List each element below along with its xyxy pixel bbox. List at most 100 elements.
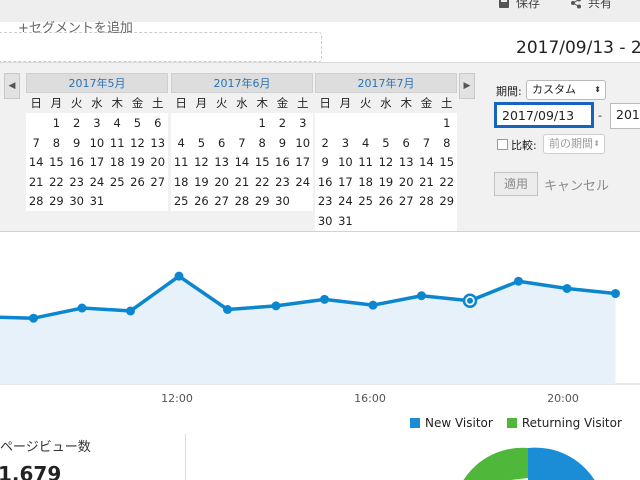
day-cell[interactable]: 4 [355, 132, 376, 153]
data-point[interactable] [514, 276, 523, 286]
day-cell[interactable]: 6 [211, 132, 232, 153]
day-cell[interactable]: 31 [86, 191, 108, 211]
day-cell[interactable]: 19 [191, 171, 212, 192]
data-point[interactable] [174, 271, 184, 281]
compare-checkbox[interactable] [497, 139, 508, 150]
day-cell[interactable]: 13 [396, 152, 417, 172]
day-cell[interactable]: 10 [292, 132, 313, 153]
day-cell[interactable]: 2 [66, 113, 87, 133]
data-point[interactable] [417, 291, 426, 301]
day-cell[interactable]: 6 [147, 113, 168, 133]
day-cell[interactable]: 28 [26, 191, 47, 211]
day-cell[interactable]: 14 [416, 152, 437, 172]
day-cell[interactable]: 29 [252, 191, 273, 211]
day-cell[interactable]: 17 [335, 171, 356, 192]
day-cell[interactable]: 30 [315, 210, 336, 231]
day-cell[interactable]: 24 [86, 171, 108, 192]
day-cell[interactable]: 22 [46, 171, 67, 192]
day-cell[interactable]: 9 [66, 132, 87, 153]
day-cell[interactable]: 2 [272, 113, 293, 133]
day-cell[interactable]: 12 [375, 152, 397, 172]
day-cell[interactable]: 16 [272, 152, 293, 172]
day-cell[interactable]: 22 [252, 171, 273, 192]
day-cell[interactable]: 30 [272, 191, 293, 211]
end-date-input[interactable]: 2017/09/13 [610, 103, 640, 129]
day-cell[interactable]: 1 [46, 113, 67, 133]
add-segment-box[interactable] [0, 32, 322, 62]
day-cell[interactable]: 20 [396, 171, 417, 192]
day-cell[interactable]: 3 [292, 113, 313, 133]
day-cell[interactable]: 4 [107, 113, 128, 133]
day-cell[interactable]: 13 [211, 152, 232, 172]
day-cell[interactable]: 23 [272, 171, 293, 192]
day-cell[interactable]: 19 [375, 171, 397, 192]
day-cell[interactable]: 3 [86, 113, 108, 133]
day-cell[interactable]: 1 [436, 113, 457, 133]
day-cell[interactable]: 29 [46, 191, 67, 211]
prev-month-button[interactable]: ◀ [4, 73, 20, 99]
day-cell[interactable]: 20 [211, 171, 232, 192]
day-cell[interactable]: 1 [252, 113, 273, 133]
day-cell[interactable]: 17 [292, 152, 313, 172]
day-cell[interactable]: 8 [436, 132, 457, 153]
day-cell[interactable]: 25 [107, 171, 128, 192]
day-cell[interactable]: 18 [355, 171, 376, 192]
day-cell[interactable]: 5 [191, 132, 212, 153]
day-cell[interactable]: 26 [375, 191, 397, 211]
day-cell[interactable]: 26 [191, 191, 212, 211]
day-cell[interactable]: 27 [147, 171, 168, 192]
day-cell[interactable]: 13 [147, 132, 168, 153]
data-point[interactable] [29, 313, 38, 323]
day-cell[interactable]: 24 [292, 171, 313, 192]
day-cell[interactable]: 8 [46, 132, 67, 153]
day-cell[interactable]: 10 [86, 132, 108, 153]
data-point[interactable] [223, 305, 232, 314]
day-cell[interactable]: 18 [171, 171, 192, 192]
day-cell[interactable]: 31 [335, 210, 356, 231]
day-cell[interactable]: 7 [416, 132, 437, 153]
cancel-link[interactable]: キャンセル [544, 175, 609, 194]
day-cell[interactable]: 17 [86, 152, 108, 172]
day-cell[interactable]: 21 [416, 171, 437, 192]
day-cell[interactable]: 8 [252, 132, 273, 153]
data-point[interactable] [77, 303, 87, 313]
data-point[interactable] [126, 306, 135, 316]
day-cell[interactable]: 2 [315, 132, 336, 153]
day-cell[interactable]: 27 [396, 191, 417, 211]
day-cell[interactable]: 7 [26, 132, 47, 153]
day-cell[interactable]: 12 [127, 132, 148, 153]
add-segment-label[interactable]: +セグメントを追加 [18, 17, 133, 36]
day-cell[interactable]: 5 [375, 132, 397, 153]
day-cell[interactable]: 29 [436, 191, 457, 211]
day-cell[interactable]: 9 [272, 132, 293, 153]
next-month-button[interactable]: ▶ [459, 73, 475, 99]
day-cell[interactable]: 25 [355, 191, 376, 211]
start-date-input[interactable]: 2017/09/13 [494, 102, 594, 128]
day-cell[interactable]: 15 [252, 152, 273, 172]
day-cell[interactable]: 28 [231, 191, 253, 211]
day-cell[interactable]: 10 [335, 152, 356, 172]
day-cell[interactable]: 16 [315, 171, 336, 192]
day-cell[interactable]: 15 [46, 152, 67, 172]
day-cell[interactable]: 23 [315, 191, 336, 211]
day-cell[interactable]: 6 [396, 132, 417, 153]
day-cell[interactable]: 12 [191, 152, 212, 172]
data-point[interactable] [320, 294, 329, 304]
save-action[interactable]: 保存 [498, 0, 540, 11]
apply-button[interactable]: 適用 [494, 172, 538, 196]
day-cell[interactable]: 3 [335, 132, 356, 153]
data-point[interactable] [271, 301, 281, 311]
share-action[interactable]: 共有 [570, 0, 612, 11]
data-point[interactable] [562, 283, 572, 293]
day-cell[interactable]: 11 [355, 152, 376, 172]
day-cell[interactable]: 14 [231, 152, 253, 172]
day-cell[interactable]: 27 [211, 191, 232, 211]
day-cell[interactable]: 15 [436, 152, 457, 172]
date-range-display[interactable]: 2017/09/13 - 2017/09/13 [516, 38, 640, 58]
day-cell[interactable]: 30 [66, 191, 87, 211]
compare-select[interactable]: 前の期間 ⬍ [543, 134, 605, 154]
day-cell[interactable]: 18 [107, 152, 128, 172]
day-cell[interactable]: 21 [231, 171, 253, 192]
day-cell[interactable]: 28 [416, 191, 437, 211]
data-point[interactable] [611, 289, 620, 299]
